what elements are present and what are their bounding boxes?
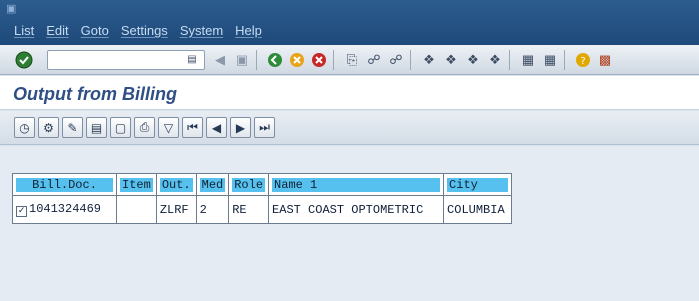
menu-settings[interactable]: Settings: [121, 23, 168, 38]
city-cell[interactable]: COLUMBIA: [443, 195, 513, 224]
name1-cell[interactable]: EAST COAST OPTOMETRIC: [268, 195, 445, 224]
med-cell[interactable]: 2: [195, 195, 230, 224]
menu-goto[interactable]: Goto: [81, 23, 109, 38]
refresh-icon[interactable]: ◷: [14, 117, 35, 138]
column-header-bill-doc[interactable]: Bill.Doc.: [12, 173, 117, 196]
content-area: Bill.Doc. Item Out. Med Role Name 1 City…: [0, 146, 699, 301]
column-header-city[interactable]: City: [443, 173, 513, 196]
next-icon[interactable]: ▶: [230, 117, 251, 138]
column-header-out[interactable]: Out.: [155, 173, 197, 196]
role-cell[interactable]: RE: [228, 195, 270, 224]
last-page-icon[interactable]: ❖: [486, 51, 504, 69]
previous-icon[interactable]: ◀: [206, 117, 227, 138]
print-icon[interactable]: ⎘: [343, 51, 361, 69]
create-session-icon[interactable]: ▦: [519, 51, 537, 69]
column-header-item[interactable]: Item: [116, 173, 157, 196]
table-header-row: Bill.Doc. Item Out. Med Role Name 1 City: [12, 173, 513, 196]
processing-log-icon[interactable]: ⚙: [38, 117, 59, 138]
column-header-role[interactable]: Role: [228, 173, 270, 196]
command-field[interactable]: [47, 49, 205, 70]
filter-icon[interactable]: ▽: [158, 117, 179, 138]
back-arrow-icon[interactable]: ◀: [211, 51, 229, 69]
last-icon[interactable]: ⏭: [254, 117, 275, 138]
help-icon[interactable]: ?: [574, 51, 592, 69]
find-icon[interactable]: ☍: [365, 51, 383, 69]
save-icon[interactable]: ▣: [233, 51, 251, 69]
toolbar-separator: [256, 49, 257, 70]
page-title: Output from Billing: [13, 84, 177, 104]
toolbar-separator: [564, 49, 565, 70]
table-row[interactable]: ✓ 1041324469 ZLRF 2 RE EAST COAST OPTOMET…: [12, 195, 513, 224]
menu-list-item[interactable]: List: [14, 23, 34, 38]
column-header-name1[interactable]: Name 1: [268, 173, 445, 196]
standard-toolbar: ▤ ◀ ▣ ⎘ ☍ ☍ ❖ ❖ ❖ ❖ ▦ ▦ ? ▩: [0, 45, 699, 75]
title-bar: Output from Billing: [0, 76, 699, 110]
cancel-icon[interactable]: [310, 51, 328, 69]
first-page-icon[interactable]: ❖: [420, 51, 438, 69]
item-cell[interactable]: [116, 195, 157, 224]
billing-output-table: Bill.Doc. Item Out. Med Role Name 1 City…: [12, 173, 513, 224]
display-output-icon[interactable]: ✎: [62, 117, 83, 138]
menu-edit[interactable]: Edit: [46, 23, 68, 38]
menu-bar: ▣ List Edit Goto Settings System Help: [0, 0, 699, 45]
column-header-med[interactable]: Med: [195, 173, 230, 196]
toolbar-separator: [509, 49, 510, 70]
enter-icon[interactable]: [13, 49, 35, 71]
menu-list: List Edit Goto Settings System Help: [14, 23, 274, 38]
find-next-icon[interactable]: ☍: [387, 51, 405, 69]
customize-layout-icon[interactable]: ▩: [596, 51, 614, 69]
shortcut-icon[interactable]: ▦: [541, 51, 559, 69]
previous-page-icon[interactable]: ❖: [442, 51, 460, 69]
menu-system[interactable]: System: [180, 23, 223, 38]
svg-text:?: ?: [580, 56, 585, 67]
back-icon[interactable]: [266, 51, 284, 69]
toolbar-separator: [410, 49, 411, 70]
printer-icon[interactable]: ⎙: [134, 117, 155, 138]
toolbar-separator: [333, 49, 334, 70]
command-history-icon[interactable]: ▤: [183, 51, 201, 69]
exit-icon[interactable]: [288, 51, 306, 69]
menu-help[interactable]: Help: [235, 23, 262, 38]
details-icon[interactable]: ▢: [110, 117, 131, 138]
bill-doc-cell[interactable]: ✓ 1041324469: [12, 195, 117, 224]
system-menu-icon[interactable]: ▣: [6, 2, 18, 15]
out-cell[interactable]: ZLRF: [155, 195, 197, 224]
application-toolbar: ◷ ⚙ ✎ ▤ ▢ ⎙ ▽ ⏮ ◀ ▶ ⏭: [0, 111, 699, 145]
print-preview-icon[interactable]: ▤: [86, 117, 107, 138]
next-page-icon[interactable]: ❖: [464, 51, 482, 69]
row-select-checkbox[interactable]: ✓: [16, 206, 27, 217]
first-icon[interactable]: ⏮: [182, 117, 203, 138]
